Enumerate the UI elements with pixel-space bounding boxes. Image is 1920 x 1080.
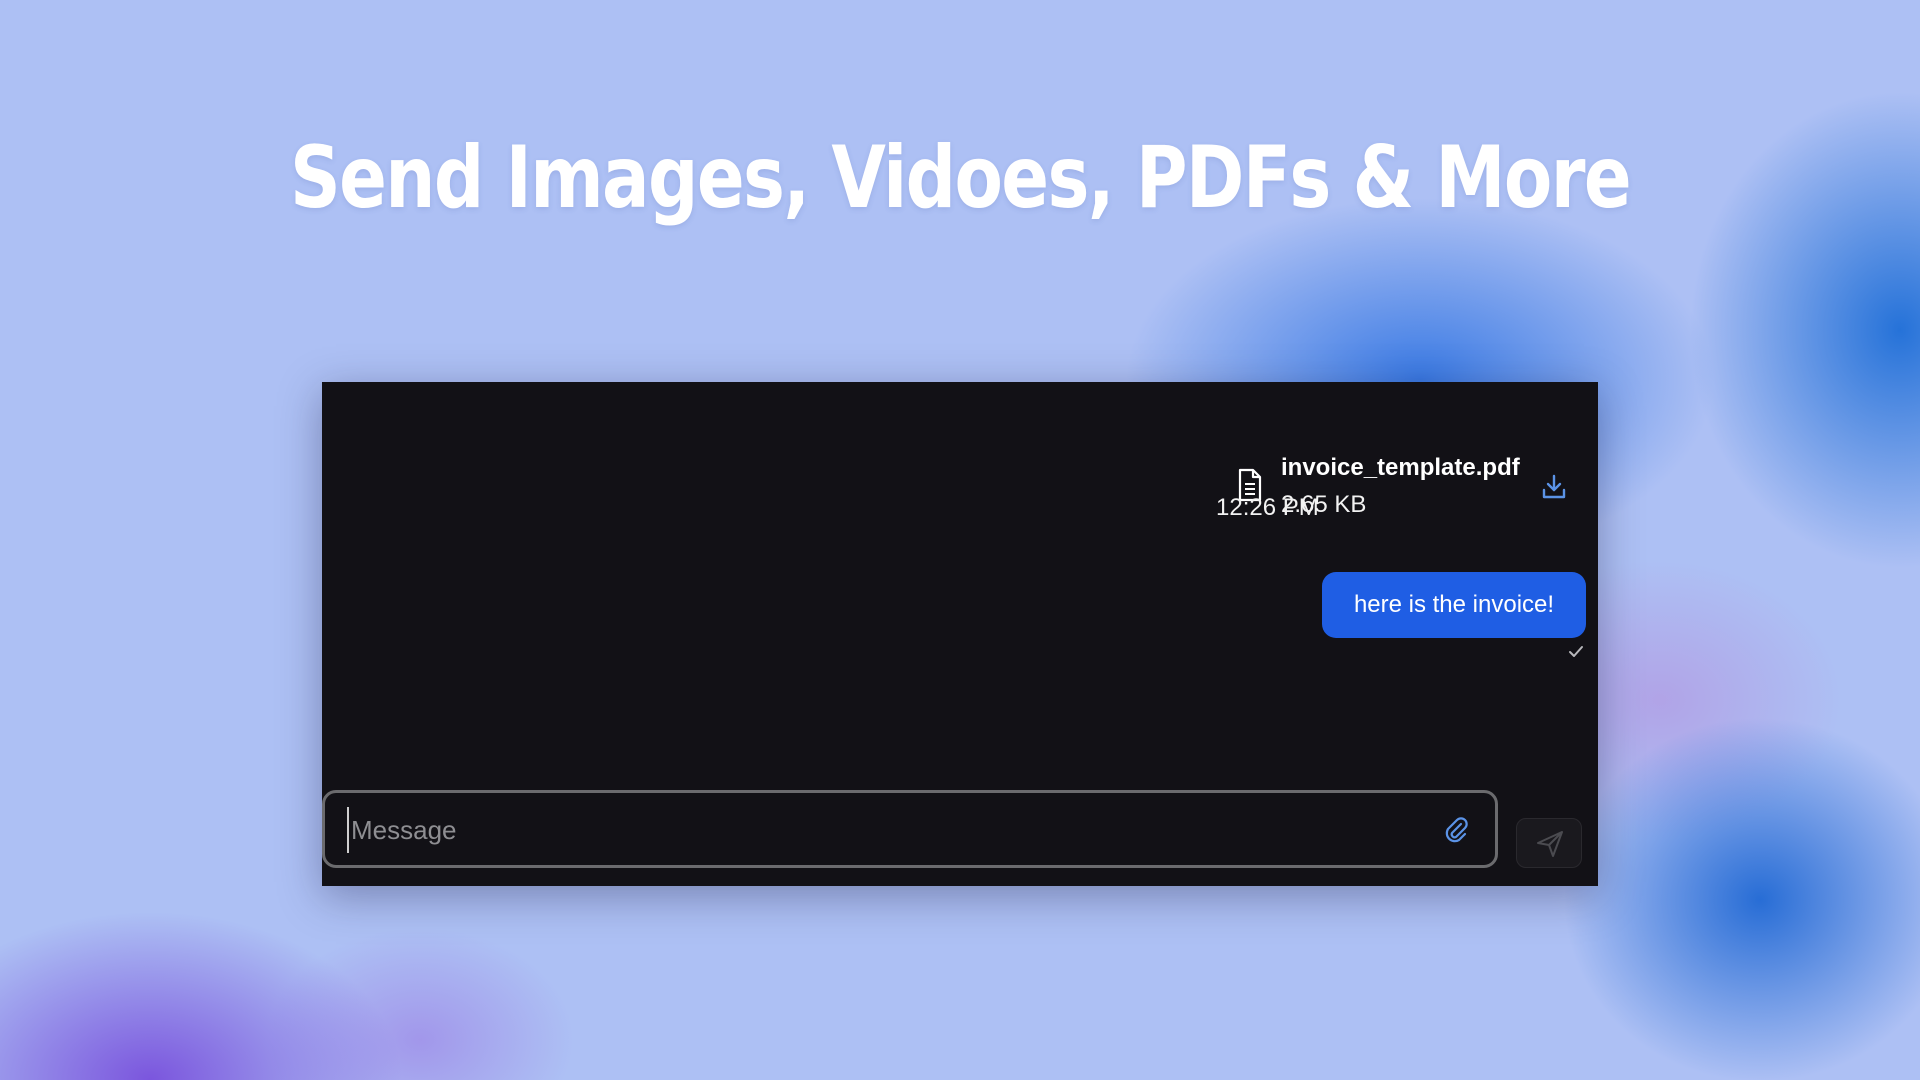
paperclip-icon[interactable] — [1441, 815, 1471, 845]
sent-message-bubble[interactable]: here is the invoice! — [1322, 572, 1586, 638]
file-name: invoice_template.pdf — [1281, 454, 1520, 481]
check-icon — [1566, 642, 1586, 662]
message-composer — [322, 790, 1498, 868]
download-icon[interactable] — [1539, 472, 1569, 502]
send-button[interactable] — [1516, 818, 1582, 868]
message-input[interactable] — [347, 807, 1423, 853]
chat-panel: invoice_template.pdf 2.65 KB 12:26 PM he… — [322, 382, 1598, 886]
headline: Send Images, Vidoes, PDFs & More — [289, 128, 1632, 228]
send-icon — [1537, 831, 1563, 857]
file-timestamp: 12:26 PM — [1216, 494, 1319, 521]
